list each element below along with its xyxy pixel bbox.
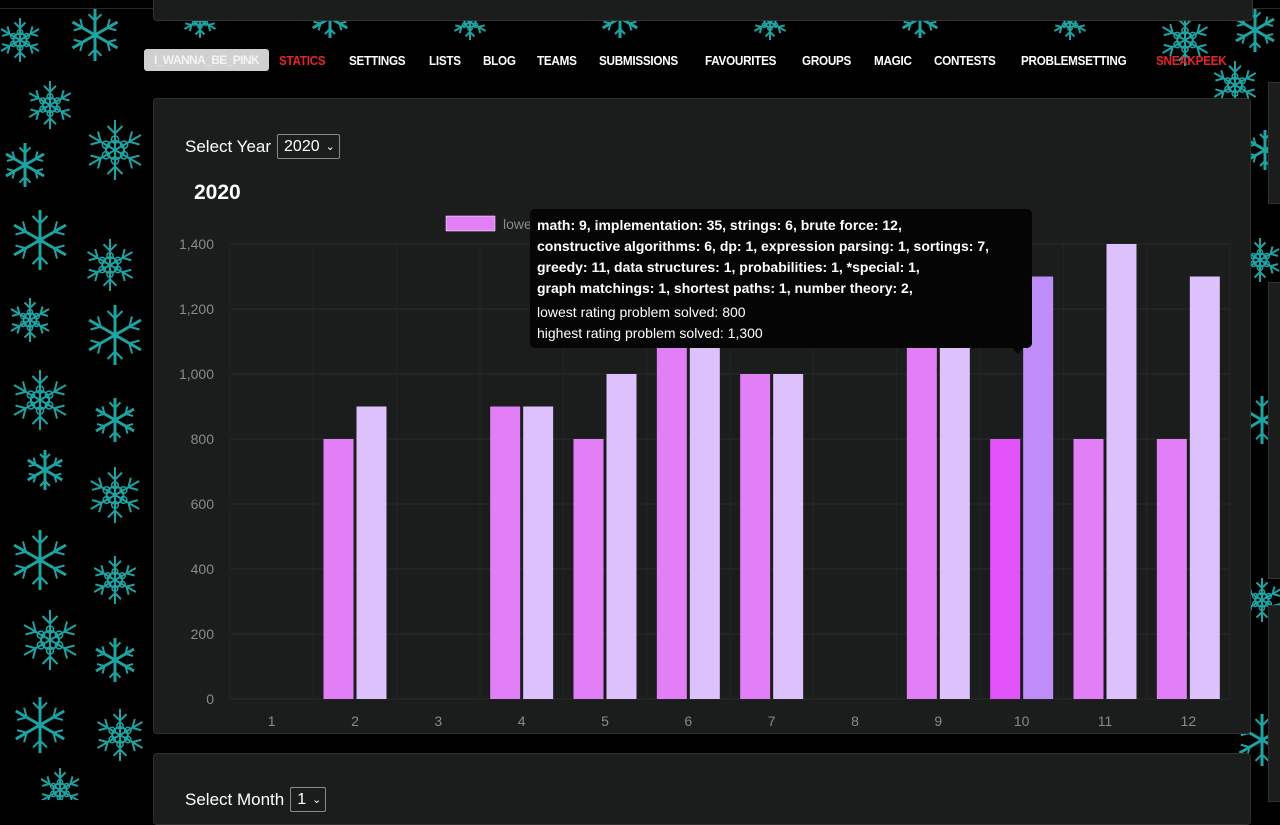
snowflake-icon [26,450,64,490]
snowflake-icon [28,81,72,129]
nav-item-sneakpeek[interactable]: SNEAKPEEK [1156,53,1227,68]
nav-item-problemsetting[interactable]: PROBLEMSETTING [1021,53,1127,68]
nav-item-teams[interactable]: TEAMS [537,53,577,68]
tooltip-title-line: math: 9, implementation: 35, strings: 6,… [537,217,902,233]
bar-highest-11[interactable] [1106,244,1137,699]
snowflake-icon [95,398,135,442]
snowflake-icon [90,467,140,523]
y-tick-label: 0 [206,691,214,707]
bar-highest-4[interactable] [523,406,554,700]
y-tick-label: 800 [191,431,215,447]
snowflake-icon [13,370,67,430]
bar-lowest-12[interactable] [1156,439,1187,699]
nav-item-favourites[interactable]: FAVOURITES [705,53,776,68]
tooltip-title-line: graph matchings: 1, shortest paths: 1, n… [537,280,913,296]
bar-lowest-10[interactable] [990,439,1021,699]
y-tick-label: 1,400 [179,236,214,252]
tooltip-title: math: 9, implementation: 35, strings: 6,… [537,215,1025,299]
snowflake-icon [0,18,40,62]
x-tick-label: 9 [934,713,942,729]
tooltip-caret [1012,347,1024,354]
bar-lowest-2[interactable] [323,439,354,699]
nav-item-magic[interactable]: MAGIC [874,53,912,68]
x-tick-label: 6 [684,713,692,729]
tooltip-title-line: greedy: 11, data structures: 1, probabil… [537,259,920,275]
snowflake-icon [23,610,77,670]
bar-highest-5[interactable] [606,374,637,699]
y-tick-label: 1,000 [179,366,214,382]
x-tick-label: 8 [851,713,859,729]
rating-bar-chart[interactable]: 02004006008001,0001,2001,4001 2 3 4 5 6 7 8 9 10 1… [154,99,1250,733]
snowflake-icon [93,556,137,604]
bar-lowest-5[interactable] [573,439,604,699]
bar-highest-12[interactable] [1189,276,1220,700]
snowflake-icon [13,530,67,590]
snowflake-icon [10,298,50,342]
x-tick-label: 4 [518,713,526,729]
bar-lowest-11[interactable] [1073,439,1104,699]
tooltip-body-line: highest rating problem solved: 1,300 [537,325,763,341]
y-tick-label: 400 [191,561,215,577]
nav-user-handle[interactable]: I_WANNA_BE_PINK [144,49,270,71]
snowflake-icon [96,709,144,761]
side-panel-edge [1268,82,1280,204]
tooltip-title-line: constructive algorithms: 6, dp: 1, expre… [537,238,989,254]
snowflake-icon [88,120,142,180]
month-stats-panel: Select Month 1 ⌄ [153,753,1251,825]
snowflake-icon [15,697,65,753]
snowflake-icon [95,638,135,682]
side-panel-edge [1268,282,1280,579]
bar-highest-9[interactable] [939,309,970,699]
x-tick-label: 2 [351,713,359,729]
bar-lowest-9[interactable] [906,341,937,700]
nav-item-settings[interactable]: SETTINGS [349,53,406,68]
nav-item-blog[interactable]: BLOG [483,53,516,68]
y-tick-label: 600 [191,496,215,512]
nav-item-submissions[interactable]: SUBMISSIONS [599,53,678,68]
chart-tooltip: math: 9, implementation: 35, strings: 6,… [530,209,1032,348]
bar-highest-7[interactable] [773,374,804,699]
snowflake-icon [88,305,142,365]
snowflake-icon [86,239,134,291]
snowflake-icon [13,210,67,270]
side-panel-edge [1268,605,1280,802]
legend-swatch-lowest[interactable] [445,215,496,232]
year-stats-panel: Select Year 2020 ⌄ 2020 0 200 400 600 800 1,0… [153,98,1251,734]
header-strip [153,0,1253,21]
main-nav: I_WANNA_BE_PINK STATICS SETTINGS LISTS BLOG T… [144,47,1252,73]
bar-lowest-7[interactable] [740,374,771,699]
bar-highest-2[interactable] [356,406,387,700]
snowflake-icon [71,9,119,61]
nav-item-contests[interactable]: CONTESTS [934,53,996,68]
tooltip-body: lowest rating problem solved: 800 highest… [537,302,1025,344]
nav-item-lists[interactable]: LISTS [429,53,461,68]
x-tick-label: 3 [434,713,442,729]
x-tick-label: 10 [1014,713,1030,729]
bar-highest-6[interactable] [689,341,720,700]
x-tick-label: 1 [268,713,276,729]
tooltip-body-line: lowest rating problem solved: 800 [537,304,746,320]
bar-lowest-4[interactable] [490,406,521,700]
snowflake-icon [5,143,45,187]
legend-label-lowest[interactable]: lowe [503,216,532,232]
x-tick-label: 5 [601,713,609,729]
nav-item-groups[interactable]: GROUPS [802,53,851,68]
bar-lowest-6[interactable] [656,341,687,700]
y-tick-label: 200 [191,626,215,642]
x-tick-label: 11 [1098,713,1113,729]
y-tick-label: 1,200 [179,301,214,317]
x-tick-label: 12 [1181,713,1197,729]
x-tick-label: 7 [768,713,776,729]
nav-item-statics[interactable]: STATICS [279,53,326,68]
snowflake-icon [40,768,80,800]
